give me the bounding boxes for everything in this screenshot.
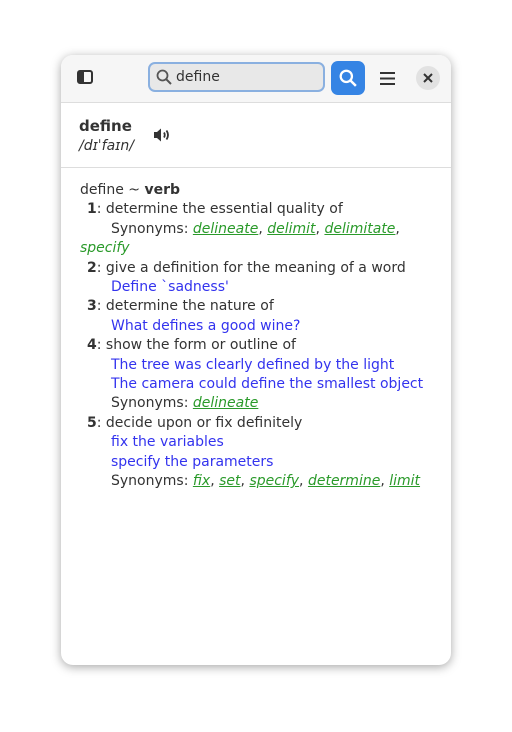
- synonym-link[interactable]: set: [219, 473, 240, 489]
- synonyms-line: Synonyms: delineate, delimit, delimitate…: [80, 220, 400, 257]
- search-icon: [339, 69, 357, 87]
- synonym-link[interactable]: limit: [389, 473, 420, 489]
- headword: define: [80, 182, 124, 198]
- hamburger-menu-icon: [379, 71, 395, 85]
- synonym-link[interactable]: delineate: [193, 395, 258, 411]
- definition-text: decide upon or fix definitely: [105, 414, 303, 431]
- synonym-link[interactable]: specify: [80, 240, 130, 256]
- word-title: define: [79, 117, 132, 135]
- sidebar-icon: [77, 70, 93, 84]
- close-icon: [423, 73, 433, 83]
- definition-text: determine the essential quality of: [105, 201, 343, 218]
- sense-definition: 3: determine the nature of: [87, 298, 274, 315]
- definitions: define ~ verb 1: determine the essential…: [61, 168, 451, 492]
- search-button[interactable]: [331, 61, 365, 95]
- synonyms-line: Synonyms: fix, set, specify, determine, …: [111, 473, 421, 490]
- example: fix the variables: [111, 434, 224, 451]
- sense-definition: 1: determine the essential quality of: [87, 201, 343, 218]
- synonym-link[interactable]: delineate: [193, 221, 258, 237]
- search-icon: [156, 69, 172, 85]
- synonyms-label: Synonyms:: [111, 395, 193, 412]
- separator: ~: [123, 182, 145, 198]
- example: Define `sadness': [111, 279, 229, 296]
- pronunciation: /dɪˈfaɪn/: [79, 138, 134, 154]
- search-field[interactable]: [148, 62, 325, 92]
- word-header: define /dɪˈfaɪn/: [61, 103, 451, 168]
- dictionary-window: define /dɪˈfaɪn/ define ~ verb 1: determ…: [61, 55, 451, 665]
- sense-definition: 4: show the form or outline of: [87, 337, 296, 354]
- entry-heading: define ~ verb: [80, 181, 431, 200]
- sense-number: 4: [87, 337, 97, 354]
- definition-text: give a definition for the meaning of a w…: [105, 259, 406, 276]
- sense-number: 2: [87, 259, 97, 276]
- definition-text: show the form or outline of: [105, 337, 296, 354]
- main-menu-button[interactable]: [373, 64, 401, 92]
- synonym-link[interactable]: determine: [308, 473, 380, 489]
- synonyms-label: Synonyms:: [111, 473, 193, 490]
- part-of-speech: verb: [144, 182, 180, 198]
- example: The camera could define the smallest obj…: [111, 376, 424, 393]
- header-bar: [61, 55, 451, 103]
- sense-number: 1: [87, 201, 97, 218]
- synonym-link[interactable]: fix: [193, 473, 210, 489]
- synonyms-label: Synonyms:: [111, 220, 193, 237]
- search-input[interactable]: [176, 69, 316, 85]
- sense-definition: 2: give a definition for the meaning of …: [87, 259, 406, 276]
- example: The tree was clearly defined by the ligh…: [111, 356, 395, 373]
- sense-number: 5: [87, 414, 97, 431]
- sidebar-toggle-button[interactable]: [71, 63, 99, 91]
- sense-definition: 5: decide upon or fix definitely: [87, 414, 303, 431]
- speaker-icon: [154, 128, 169, 142]
- synonym-link[interactable]: delimitate: [324, 221, 395, 237]
- example: specify the parameters: [111, 453, 274, 470]
- sense-number: 3: [87, 298, 97, 315]
- definition-text: determine the nature of: [105, 298, 274, 315]
- synonym-link[interactable]: delimit: [267, 221, 315, 237]
- synonym-link[interactable]: specify: [249, 473, 299, 489]
- synonyms-line: Synonyms: delineate: [80, 394, 431, 413]
- close-button[interactable]: [416, 66, 440, 90]
- example: What defines a good wine?: [111, 317, 301, 334]
- pronounce-button[interactable]: [151, 123, 175, 147]
